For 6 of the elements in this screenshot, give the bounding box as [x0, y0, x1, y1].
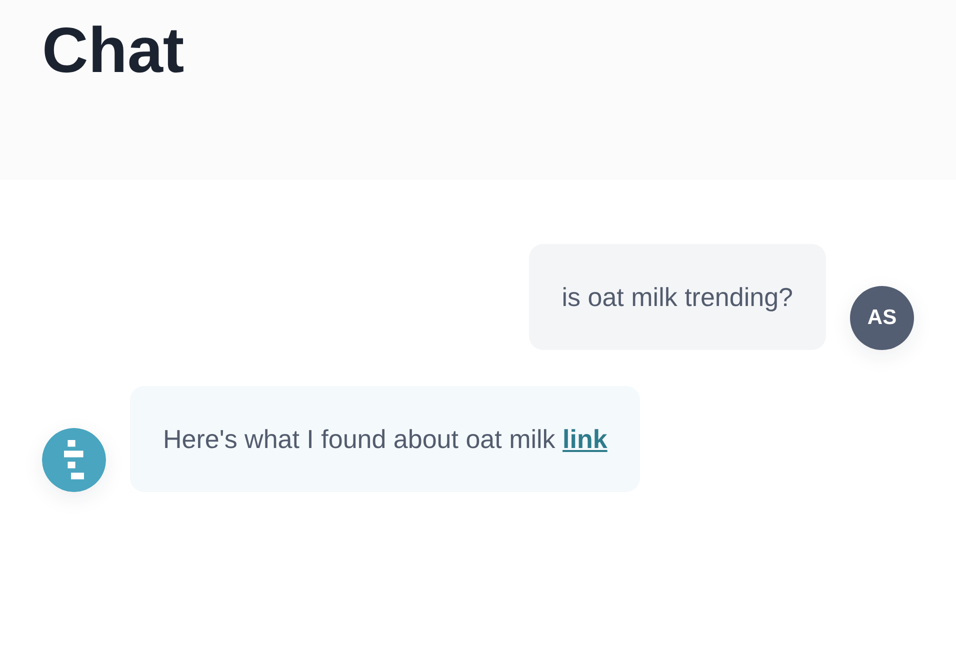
page-title: Chat	[42, 13, 184, 88]
user-avatar: AS	[850, 286, 914, 350]
message-text: is oat milk trending?	[562, 281, 793, 313]
logo-avatar-icon	[42, 428, 106, 492]
message-text: Here's what I found about oat milk link	[163, 423, 608, 455]
link[interactable]: link	[562, 424, 608, 454]
